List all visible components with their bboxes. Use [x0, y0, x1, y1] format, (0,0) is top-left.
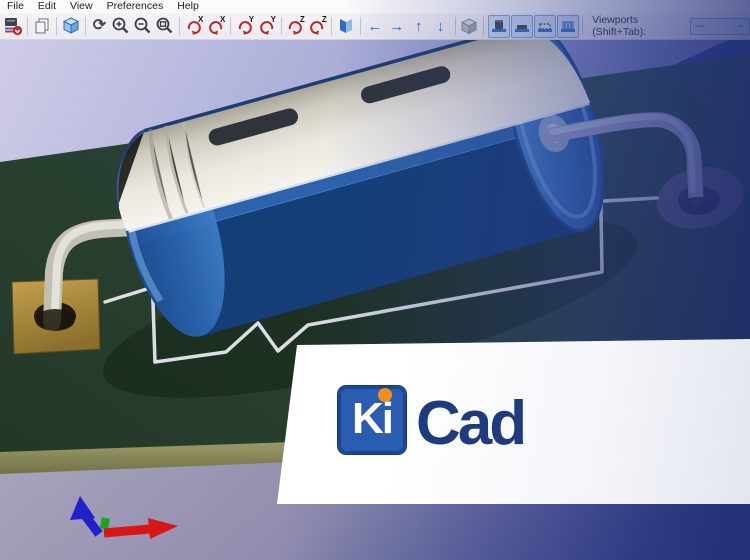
- rotate-z-ccw-button[interactable]: Z: [307, 15, 328, 38]
- toolbar-separator: [281, 17, 282, 35]
- toolbar-separator: [85, 17, 86, 35]
- render-options-button[interactable]: [60, 15, 81, 38]
- rotate-x-ccw-button[interactable]: X: [205, 15, 226, 38]
- kicad-banner: Ki Cad: [250, 330, 750, 510]
- reload-board-button[interactable]: [3, 15, 24, 38]
- x-axis-arrow: [104, 529, 150, 533]
- reload-board-icon: [3, 16, 23, 36]
- pan-down-button[interactable]: ↓: [430, 15, 451, 38]
- toggle-not-in-posfile-button[interactable]: [557, 15, 579, 38]
- rotate-y-cw-button[interactable]: Y: [234, 15, 255, 38]
- copy-pages-icon: [32, 16, 52, 36]
- toggle-virtual-models-button[interactable]: [534, 15, 556, 38]
- arrow-right-icon: →: [389, 19, 404, 34]
- menu-file[interactable]: File: [0, 0, 31, 13]
- arrow-up-icon: ↑: [415, 19, 423, 34]
- toolbar: ⟳: [0, 13, 750, 40]
- viewports-label: Viewports (Shift+Tab):: [592, 14, 685, 38]
- menu-help[interactable]: Help: [170, 0, 206, 13]
- axis-letter: Z: [322, 16, 327, 24]
- toolbar-separator: [455, 17, 456, 35]
- toggle-th-models-button[interactable]: [488, 15, 510, 38]
- kicad-logo-box: Ki: [338, 386, 406, 454]
- kicad-logo: Ki Cad: [338, 386, 658, 456]
- arrow-left-icon: ←: [367, 19, 382, 34]
- blue-cube-icon: [61, 16, 81, 36]
- arrow-down-icon: ↓: [437, 19, 445, 34]
- export-image-button[interactable]: [31, 15, 52, 38]
- toolbar-separator: [483, 17, 484, 35]
- ortho-projection-button[interactable]: [459, 15, 480, 38]
- toggle-smd-models-button[interactable]: [511, 15, 533, 38]
- menu-preferences[interactable]: Preferences: [100, 0, 171, 13]
- zoom-out-icon: [133, 16, 153, 36]
- toolbar-separator: [230, 17, 231, 35]
- toolbar-separator: [27, 17, 28, 35]
- flip-board-button[interactable]: [336, 15, 357, 38]
- th-component-icon: [489, 16, 509, 36]
- menubar: File Edit View Preferences Help: [0, 0, 750, 13]
- logo-cad-text: Cad: [416, 393, 524, 455]
- flip-icon: [336, 16, 356, 36]
- logo-orange-dot-icon: [378, 388, 392, 402]
- viewports-value: ---: [695, 21, 705, 32]
- menu-view[interactable]: View: [63, 0, 100, 13]
- rotate-z-cw-button[interactable]: Z: [285, 15, 306, 38]
- axis-letter: Z: [300, 16, 305, 24]
- toolbar-separator: [331, 17, 332, 35]
- chevron-down-icon: ⌄: [737, 20, 745, 30]
- kicad-3d-viewer-window: File Edit View Preferences Help: [0, 0, 750, 560]
- zoom-out-button[interactable]: [133, 15, 154, 38]
- refresh-icon: ⟳: [93, 18, 106, 34]
- zoom-in-icon: [111, 16, 131, 36]
- rotate-x-cw-button[interactable]: X: [183, 15, 204, 38]
- zoom-fit-button[interactable]: [155, 15, 176, 38]
- pan-up-button[interactable]: ↑: [408, 15, 429, 38]
- axis-letter: Y: [249, 16, 254, 24]
- posfile-component-icon: [558, 16, 578, 36]
- zoom-in-button[interactable]: [111, 15, 132, 38]
- viewports-control: Viewports (Shift+Tab): --- ⌄: [592, 14, 750, 38]
- toolbar-separator: [179, 17, 180, 35]
- zoom-fit-icon: [155, 16, 175, 36]
- smd-component-icon: [512, 16, 532, 36]
- gray-cube-icon: [459, 16, 479, 36]
- virtual-component-icon: [535, 16, 555, 36]
- axis-letter: Y: [271, 16, 276, 24]
- redraw-button[interactable]: ⟳: [89, 15, 110, 38]
- toolbar-separator: [360, 17, 361, 35]
- menu-edit[interactable]: Edit: [31, 0, 63, 13]
- axis-letter: X: [220, 16, 225, 24]
- toolbar-separator: [56, 17, 57, 35]
- toolbar-separator: [582, 17, 583, 35]
- axis-letter: X: [198, 16, 203, 24]
- pan-right-button[interactable]: →: [386, 15, 407, 38]
- rotate-y-ccw-button[interactable]: Y: [256, 15, 277, 38]
- viewports-dropdown[interactable]: --- ⌄: [690, 18, 750, 35]
- pan-left-button[interactable]: ←: [364, 15, 385, 38]
